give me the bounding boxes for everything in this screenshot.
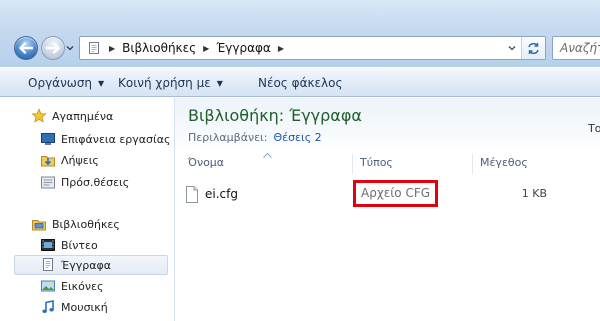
star-icon [31,108,47,123]
library-header: Βιβλιοθήκη: Έγγραφα Περιλαμβάνει: Θέσεις … [175,98,600,150]
file-name: ei.cfg [205,187,238,201]
generic-file-icon [186,185,198,203]
nav-libraries-label: Βιβλιοθήκες [52,217,120,231]
back-button[interactable] [14,36,38,60]
nav-favorites[interactable]: Αγαπημένα [31,106,113,126]
content-pane: Βιβλιοθήκη: Έγγραφα Περιλαμβάνει: Θέσεις … [175,98,600,321]
file-name-cell[interactable]: ei.cfg [185,184,238,204]
documents-library-icon [43,258,53,271]
library-includes: Περιλαμβάνει: Θέσεις 2 [188,131,322,144]
recent-pages-dropdown-icon[interactable] [66,44,74,52]
breadcrumb-chevron-icon[interactable]: ▶ [278,44,284,53]
command-bar: Οργάνωση ▼ Κοινή χρήση με ▼ Νέος φάκελος [0,67,600,97]
sort-ascending-icon [263,153,272,158]
refresh-icon [528,42,539,54]
nav-recent-places-label: Πρόσ.θέσεις [61,175,130,189]
nav-pictures[interactable]: Εικόνες [40,276,103,296]
file-size: 1 KB [521,187,547,200]
nav-music[interactable]: Μουσική [40,297,108,317]
organize-label: Οργάνωση [28,76,93,90]
desktop-icon [41,133,55,145]
downloads-folder-icon [41,156,55,167]
arrange-by-label[interactable]: Το [588,122,600,135]
nav-pictures-label: Εικόνες [61,279,104,293]
nav-favorites-label: Αγαπημένα [52,109,114,123]
nav-music-label: Μουσική [61,300,108,314]
includes-label: Περιλαμβάνει: [188,131,268,144]
library-locations-link[interactable]: Θέσεις 2 [273,131,321,144]
refresh-button[interactable] [521,37,545,59]
nav-documents-label: Έγγραφα [61,258,111,272]
nav-desktop[interactable]: Επιφάνεια εργασίας [40,129,170,149]
file-row[interactable]: ei.cfg Αρχείο CFG 1 KB [185,180,595,207]
nav-desktop-label: Επιφάνεια εργασίας [61,132,171,146]
nav-downloads[interactable]: Λήψεις [40,150,99,170]
caret-down-icon: ▼ [216,78,223,88]
pictures-library-icon [41,280,55,292]
column-divider[interactable] [472,154,473,174]
recent-places-icon [41,176,55,189]
nav-videos[interactable]: Βίντεο [40,235,98,255]
navigation-pane: Αγαπημένα Επιφάνεια εργασίας Λήψεις Πρόσ… [0,98,172,321]
forward-button[interactable] [41,36,65,60]
file-type-highlighted: Αρχείο CFG [353,180,439,207]
address-bar[interactable]: ▶ Βιβλιοθήκες ▶ Έγγραφα ▶ [79,36,546,60]
search-input[interactable]: Αναζήτ [552,36,600,60]
breadcrumb-chevron-icon[interactable]: ▶ [109,44,115,53]
title-bar: ▶ Βιβλιοθήκες ▶ Έγγραφα ▶ Αναζήτ [0,0,600,67]
nav-downloads-label: Λήψεις [61,153,99,167]
organize-button[interactable]: Οργάνωση ▼ [28,76,104,90]
column-header-name[interactable]: Όνομα [188,156,224,174]
nav-videos-label: Βίντεο [61,238,98,252]
share-with-button[interactable]: Κοινή χρήση με ▼ [118,76,223,90]
column-header-type[interactable]: Τύπος [360,156,393,174]
breadcrumb-chevron-icon[interactable]: ▶ [203,44,209,53]
column-divider[interactable] [352,154,353,174]
search-placeholder: Αναζήτ [560,41,600,55]
libraries-icon [32,220,46,231]
new-folder-button[interactable]: Νέος φάκελος [258,76,343,90]
caret-down-icon: ▼ [98,78,105,88]
music-library-icon [42,300,54,313]
nav-documents[interactable]: Έγγραφα [14,255,168,275]
nav-libraries[interactable]: Βιβλιοθήκες [31,214,120,234]
breadcrumb-libraries[interactable]: Βιβλιοθήκες [122,41,196,55]
library-title: Βιβλιοθήκη: Έγγραφα [188,106,362,125]
breadcrumb-documents[interactable]: Έγγραφα [216,41,271,55]
video-library-icon [41,239,55,251]
arrow-left-icon [19,42,33,54]
column-header-size[interactable]: Μέγεθος [480,156,528,174]
address-history-dropdown[interactable] [504,37,520,59]
chevron-down-icon [508,46,516,51]
nav-recent-places[interactable]: Πρόσ.θέσεις [40,172,129,192]
library-documents-icon [89,42,99,54]
new-folder-label: Νέος φάκελος [258,76,343,90]
share-with-label: Κοινή χρήση με [118,76,211,90]
arrow-right-icon [46,42,60,54]
